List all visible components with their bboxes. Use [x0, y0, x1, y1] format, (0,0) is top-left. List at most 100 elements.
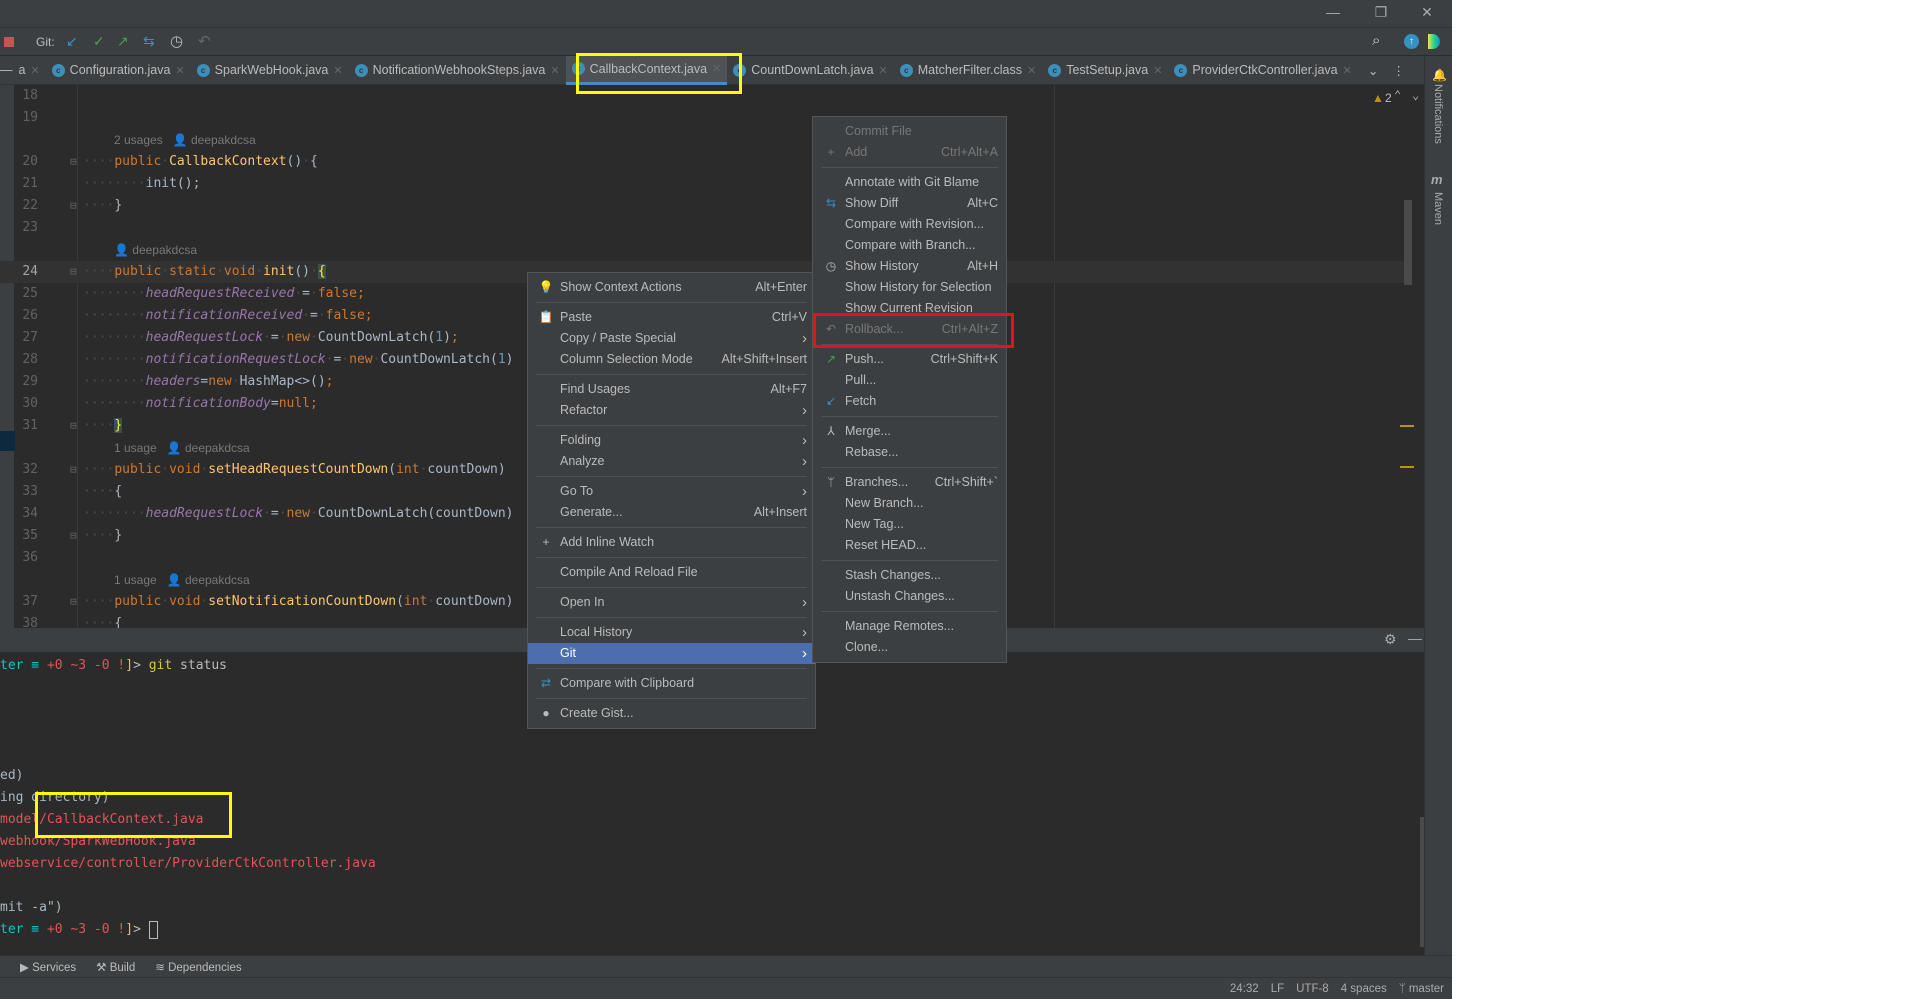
git-branch-widget[interactable]: ᛘ master: [1399, 983, 1444, 995]
warning-count[interactable]: 2: [1385, 91, 1392, 105]
file-encoding[interactable]: UTF-8: [1296, 983, 1329, 995]
menu-item-analyze[interactable]: Analyze ›: [528, 451, 815, 472]
menu-item-new-tag[interactable]: New Tag...: [813, 514, 1006, 535]
menu-item-find-usages[interactable]: Find Usages Alt+F7: [528, 379, 815, 400]
menu-item-folding[interactable]: Folding ›: [528, 430, 815, 451]
hide-icon[interactable]: —: [1408, 630, 1422, 646]
push-icon[interactable]: ↗: [117, 33, 129, 50]
menu-item-local-history[interactable]: Local History ›: [528, 622, 815, 643]
close-tab-icon[interactable]: ✕: [1343, 64, 1352, 77]
menu-item-column-selection-mode[interactable]: Column Selection Mode Alt+Shift+Insert: [528, 349, 815, 370]
commit-icon[interactable]: ✓: [93, 33, 105, 50]
menu-item-reset-head[interactable]: Reset HEAD...: [813, 535, 1006, 556]
tab-a[interactable]: a ✕: [13, 56, 46, 85]
search-icon[interactable]: ⌕: [1372, 32, 1380, 49]
menu-item-annotate-with-git-blame[interactable]: Annotate with Git Blame: [813, 172, 1006, 193]
menu-item-paste[interactable]: 📋 Paste Ctrl+V: [528, 307, 815, 328]
line-separator[interactable]: LF: [1271, 983, 1284, 995]
history-icon[interactable]: ◷: [170, 32, 183, 50]
usages-hint[interactable]: 2 usages 👤 deepakdcsa: [114, 129, 256, 151]
fold-marker-icon[interactable]: ⊟: [70, 261, 77, 283]
minimize-button[interactable]: —: [1318, 4, 1348, 24]
tab-notificationwebhooksteps-java[interactable]: c NotificationWebhookSteps.java ✕: [349, 56, 566, 85]
menu-item-commit-file[interactable]: Commit File: [813, 121, 1006, 142]
fold-marker-icon[interactable]: ⊟: [70, 591, 77, 613]
menu-item-create-gist[interactable]: ● Create Gist...: [528, 703, 815, 724]
tool-window-dependencies[interactable]: ≋ Dependencies: [155, 960, 241, 974]
menu-item-show-history-for-selection[interactable]: Show History for Selection: [813, 277, 1006, 298]
tab-testsetup-java[interactable]: c TestSetup.java ✕: [1042, 56, 1168, 85]
menu-item-stash-changes[interactable]: Stash Changes...: [813, 565, 1006, 586]
plugin-logo-icon[interactable]: [1428, 34, 1440, 49]
more-options-icon[interactable]: ⋮: [1392, 63, 1405, 78]
update-icon[interactable]: ↑: [1404, 34, 1419, 49]
menu-item-clone[interactable]: Clone...: [813, 637, 1006, 658]
menu-item-add-inline-watch[interactable]: + Add Inline Watch: [528, 532, 815, 553]
fold-marker-icon[interactable]: ⊟: [70, 459, 77, 481]
menu-item-go-to[interactable]: Go To ›: [528, 481, 815, 502]
close-tab-icon[interactable]: ✕: [175, 64, 184, 77]
menu-item-compile-and-reload-file[interactable]: Compile And Reload File: [528, 562, 815, 583]
fold-marker-icon[interactable]: ⊟: [70, 525, 77, 547]
close-tab-icon[interactable]: ✕: [333, 64, 342, 77]
indent-setting[interactable]: 4 spaces: [1341, 983, 1387, 995]
close-tab-icon[interactable]: ✕: [550, 64, 559, 77]
tab-providerctkcontroller-java[interactable]: c ProviderCtkController.java ✕: [1168, 56, 1357, 85]
tool-window-services[interactable]: ▶ Services: [20, 960, 76, 974]
gear-icon[interactable]: ⚙: [1384, 631, 1397, 648]
menu-item-unstash-changes[interactable]: Unstash Changes...: [813, 586, 1006, 607]
menu-item-push[interactable]: ↗ Push... Ctrl+Shift+K: [813, 349, 1006, 370]
close-tab-icon[interactable]: ✕: [879, 64, 888, 77]
fold-marker-icon[interactable]: ⊟: [70, 415, 77, 437]
menu-item-generate[interactable]: Generate... Alt+Insert: [528, 502, 815, 523]
notifications-tab[interactable]: Notifications: [1432, 84, 1444, 144]
fold-marker-icon[interactable]: ⊟: [70, 151, 77, 173]
menu-item-fetch[interactable]: ↙ Fetch: [813, 391, 1006, 412]
menu-item-pull[interactable]: Pull...: [813, 370, 1006, 391]
next-highlight-icon[interactable]: ⌄: [1412, 88, 1419, 102]
menu-item-merge[interactable]: ⅄ Merge...: [813, 421, 1006, 442]
close-button[interactable]: ✕: [1412, 4, 1442, 24]
tab-configuration-java[interactable]: c Configuration.java ✕: [46, 56, 191, 85]
menu-item-manage-remotes[interactable]: Manage Remotes...: [813, 616, 1006, 637]
close-tab-icon[interactable]: ✕: [30, 64, 39, 77]
menu-item-branches[interactable]: ᛘ Branches... Ctrl+Shift+`: [813, 472, 1006, 493]
warning-marker[interactable]: [1400, 466, 1414, 468]
usages-hint[interactable]: 👤 deepakdcsa: [114, 239, 197, 261]
menu-item-rebase[interactable]: Rebase...: [813, 442, 1006, 463]
close-tab-icon[interactable]: ✕: [1153, 64, 1162, 77]
menu-item-compare-with-clipboard[interactable]: ⇄ Compare with Clipboard: [528, 673, 815, 694]
bell-icon[interactable]: 🔔: [1432, 68, 1447, 82]
usages-hint[interactable]: 1 usage 👤 deepakdcsa: [114, 437, 250, 459]
menu-item-copy-paste-special[interactable]: Copy / Paste Special ›: [528, 328, 815, 349]
tab-overflow-left[interactable]: —: [0, 63, 13, 77]
menu-item-compare-with-branch[interactable]: Compare with Branch...: [813, 235, 1006, 256]
menu-item-show-history[interactable]: ◷ Show History Alt+H: [813, 256, 1006, 277]
maven-icon[interactable]: m: [1431, 172, 1443, 187]
menu-item-open-in[interactable]: Open In ›: [528, 592, 815, 613]
warning-marker[interactable]: [1400, 425, 1414, 427]
menu-item-show-context-actions[interactable]: 💡 Show Context Actions Alt+Enter: [528, 277, 815, 298]
tab-sparkwebhook-java[interactable]: c SparkWebHook.java ✕: [191, 56, 349, 85]
restore-button[interactable]: ❐: [1366, 4, 1396, 24]
menu-item-git[interactable]: Git ›: [528, 643, 815, 664]
menu-item-add[interactable]: + Add Ctrl+Alt+A: [813, 142, 1006, 163]
tab-list-chevron-icon[interactable]: ⌄: [1368, 63, 1378, 78]
show-diff-icon[interactable]: ⇆: [143, 33, 155, 50]
stop-icon[interactable]: [4, 37, 14, 47]
menu-item-compare-with-revision[interactable]: Compare with Revision...: [813, 214, 1006, 235]
warning-icon[interactable]: ▲: [1372, 91, 1384, 105]
rollback-icon[interactable]: ↶: [198, 32, 211, 50]
tab-countdownlatch-java[interactable]: c CountDownLatch.java ✕: [727, 56, 894, 85]
usages-hint[interactable]: 1 usage 👤 deepakdcsa: [114, 569, 250, 591]
update-project-icon[interactable]: ↙: [66, 33, 78, 50]
menu-item-refactor[interactable]: Refactor ›: [528, 400, 815, 421]
editor-scrollbar[interactable]: [1404, 200, 1412, 285]
tool-window-build[interactable]: ⚒ Build: [96, 960, 135, 974]
maven-tab[interactable]: Maven: [1432, 192, 1444, 225]
menu-item-new-branch[interactable]: New Branch...: [813, 493, 1006, 514]
tab-matcherfilter-class[interactable]: c MatcherFilter.class ✕: [894, 56, 1042, 85]
prev-highlight-icon[interactable]: ⌃: [1394, 88, 1401, 102]
fold-marker-icon[interactable]: ⊟: [70, 195, 77, 217]
caret-position[interactable]: 24:32: [1230, 983, 1259, 995]
